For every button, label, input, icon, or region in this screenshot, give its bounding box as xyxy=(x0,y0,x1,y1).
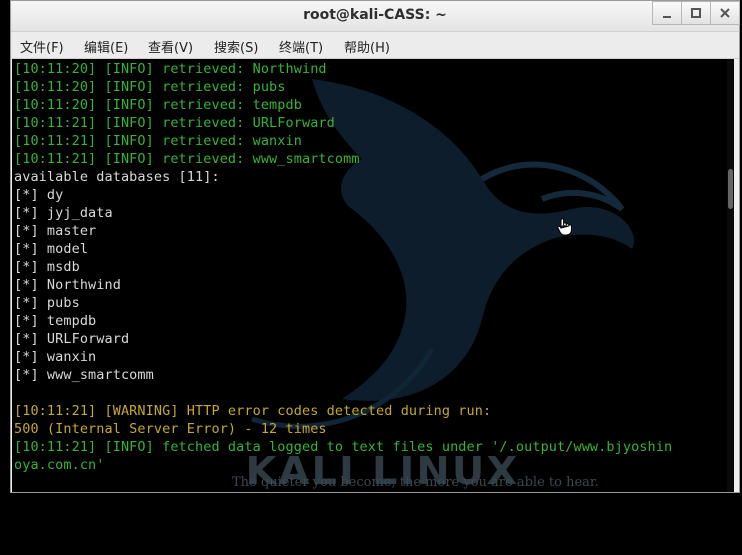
menu-view[interactable]: 查看(V) xyxy=(148,37,193,56)
terminal-line: [*] wanxin xyxy=(14,349,97,365)
terminal-line: [10:11:20] [INFO] retrieved: pubs xyxy=(14,79,286,95)
terminal-line: available databases [11]: xyxy=(14,169,220,185)
terminal-line: [10:11:21] [INFO] fetched data logged to… xyxy=(14,439,673,455)
menu-search[interactable]: 搜索(S) xyxy=(214,37,258,56)
minimize-icon xyxy=(663,16,671,18)
maximize-button[interactable] xyxy=(681,1,711,25)
close-icon xyxy=(720,8,730,18)
terminal-line: [*] model xyxy=(14,241,89,257)
terminal-line: [*] tempdb xyxy=(14,313,97,329)
terminal-line: [10:11:21] [INFO] retrieved: URLForward xyxy=(14,115,335,131)
minimize-button[interactable] xyxy=(652,1,682,25)
title-bar[interactable]: root@kali-CASS: ~ xyxy=(11,1,740,32)
terminal-line: [10:11:20] [INFO] retrieved: tempdb xyxy=(14,97,302,113)
menu-terminal[interactable]: 终端(T) xyxy=(279,37,323,56)
hand-cursor-icon xyxy=(557,218,572,236)
terminal-scrollbar[interactable] xyxy=(727,59,734,492)
terminal-line: [*] pubs xyxy=(14,295,80,311)
terminal-line: [10:11:21] [INFO] retrieved: wanxin xyxy=(14,133,302,149)
maximize-icon xyxy=(691,8,701,18)
terminal-line: [*] msdb xyxy=(14,259,80,275)
scrollbar-thumb[interactable] xyxy=(728,169,733,209)
close-button[interactable] xyxy=(710,1,740,25)
window-controls xyxy=(652,1,740,27)
terminal-line: [*] URLForward xyxy=(14,331,130,347)
terminal-line: [10:11:20] [INFO] retrieved: Northwind xyxy=(14,61,327,77)
menu-file[interactable]: 文件(F) xyxy=(20,37,64,56)
terminal-output[interactable]: KALI LINUX The quieter you become, the m… xyxy=(12,59,734,492)
terminal-line: 500 (Internal Server Error) - 12 times xyxy=(14,421,327,437)
terminal-line: [*] Northwind xyxy=(14,277,121,293)
terminal-window: root@kali-CASS: ~ 文件(F) 编辑(E) 查看(V) 搜索(S… xyxy=(10,0,740,493)
menu-help[interactable]: 帮助(H) xyxy=(344,37,390,56)
terminal-line: [*] www_smartcomm xyxy=(14,367,154,383)
window-title: root@kali-CASS: ~ xyxy=(303,7,447,23)
terminal-line: [*] jyj_data xyxy=(14,205,113,221)
terminal-line: [10:11:21] [WARNING] HTTP error codes de… xyxy=(14,403,492,419)
terminal-line: [10:11:21] [INFO] retrieved: www_smartco… xyxy=(14,151,360,167)
terminal-line: [*] master xyxy=(14,223,97,239)
terminal-line: [*] dy xyxy=(14,187,64,203)
terminal-line: oya.com.cn' xyxy=(14,457,105,473)
menu-bar: 文件(F) 编辑(E) 查看(V) 搜索(S) 终端(T) 帮助(H) xyxy=(11,32,739,59)
kali-motto: The quieter you become, the more you are… xyxy=(232,475,599,490)
menu-edit[interactable]: 编辑(E) xyxy=(84,37,128,56)
